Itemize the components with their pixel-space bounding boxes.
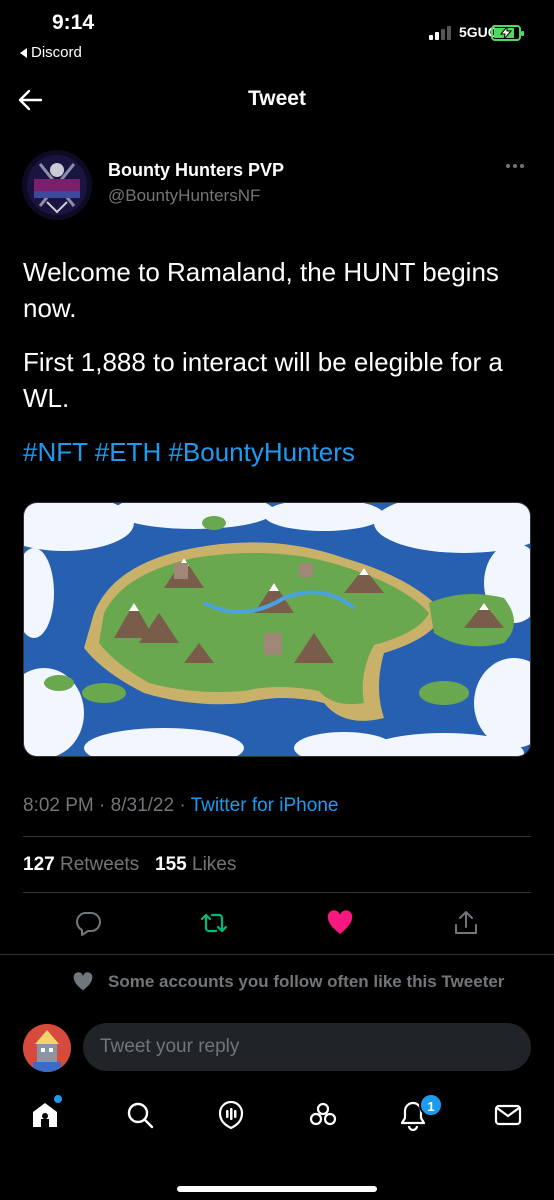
like-label[interactable]: Likes xyxy=(192,854,236,875)
tweet-stats: 127 Retweets 155 Likes xyxy=(23,854,236,876)
messages-icon[interactable] xyxy=(492,1099,524,1131)
tweet-date: 8/31/22 xyxy=(110,795,175,816)
tweet-image[interactable] xyxy=(23,502,531,757)
top-bar: Tweet xyxy=(0,70,554,130)
social-context-text: Some accounts you follow often like this… xyxy=(108,972,505,991)
divider xyxy=(23,836,531,837)
back-to-app-link[interactable]: Discord xyxy=(20,44,82,61)
divider xyxy=(0,954,554,955)
reply-icon[interactable] xyxy=(74,909,102,937)
notification-badge: 1 xyxy=(419,1093,443,1117)
retweet-icon[interactable] xyxy=(200,909,228,937)
social-context: Some accounts you follow often like this… xyxy=(72,972,504,992)
status-time: 9:14 xyxy=(52,11,95,34)
author-handle[interactable]: @BountyHuntersNF xyxy=(108,186,260,206)
tweet-time: 8:02 PM xyxy=(23,795,94,816)
share-icon[interactable] xyxy=(452,909,480,937)
like-icon[interactable] xyxy=(326,909,354,937)
tweet-source[interactable]: Twitter for iPhone xyxy=(191,795,339,816)
tweet-text-line-2: First 1,888 to interact will be elegible… xyxy=(23,347,503,413)
search-icon[interactable] xyxy=(124,1099,156,1131)
tweet-text-line-1: Welcome to Ramaland, the HUNT begins now… xyxy=(23,257,499,323)
home-icon[interactable] xyxy=(29,1099,61,1131)
retweet-label[interactable]: Retweets xyxy=(60,854,139,875)
author-avatar[interactable] xyxy=(22,150,92,220)
back-app-label: Discord xyxy=(31,44,82,61)
tweet-hashtags[interactable]: #NFT #ETH #BountyHunters xyxy=(23,434,355,470)
page-title: Tweet xyxy=(248,87,306,110)
battery-icon xyxy=(491,25,524,41)
status-bar: 9:14 Discord 5GUC xyxy=(0,0,554,70)
heart-icon xyxy=(73,972,93,991)
back-triangle-icon xyxy=(20,47,27,58)
divider xyxy=(23,892,531,893)
communities-icon[interactable] xyxy=(307,1099,339,1131)
author-name[interactable]: Bounty Hunters PVP xyxy=(108,160,284,181)
like-count[interactable]: 155 xyxy=(155,854,187,875)
retweet-count[interactable]: 127 xyxy=(23,854,55,875)
spaces-icon[interactable] xyxy=(215,1099,247,1131)
reply-input[interactable]: Tweet your reply xyxy=(83,1023,531,1071)
more-options-icon[interactable] xyxy=(506,164,524,168)
user-avatar[interactable] xyxy=(23,1024,71,1072)
home-indicator xyxy=(177,1186,377,1192)
tweet-timestamp: 8:02 PM · 8/31/22 · Twitter for iPhone xyxy=(23,795,339,816)
cellular-signal-icon xyxy=(429,26,451,40)
